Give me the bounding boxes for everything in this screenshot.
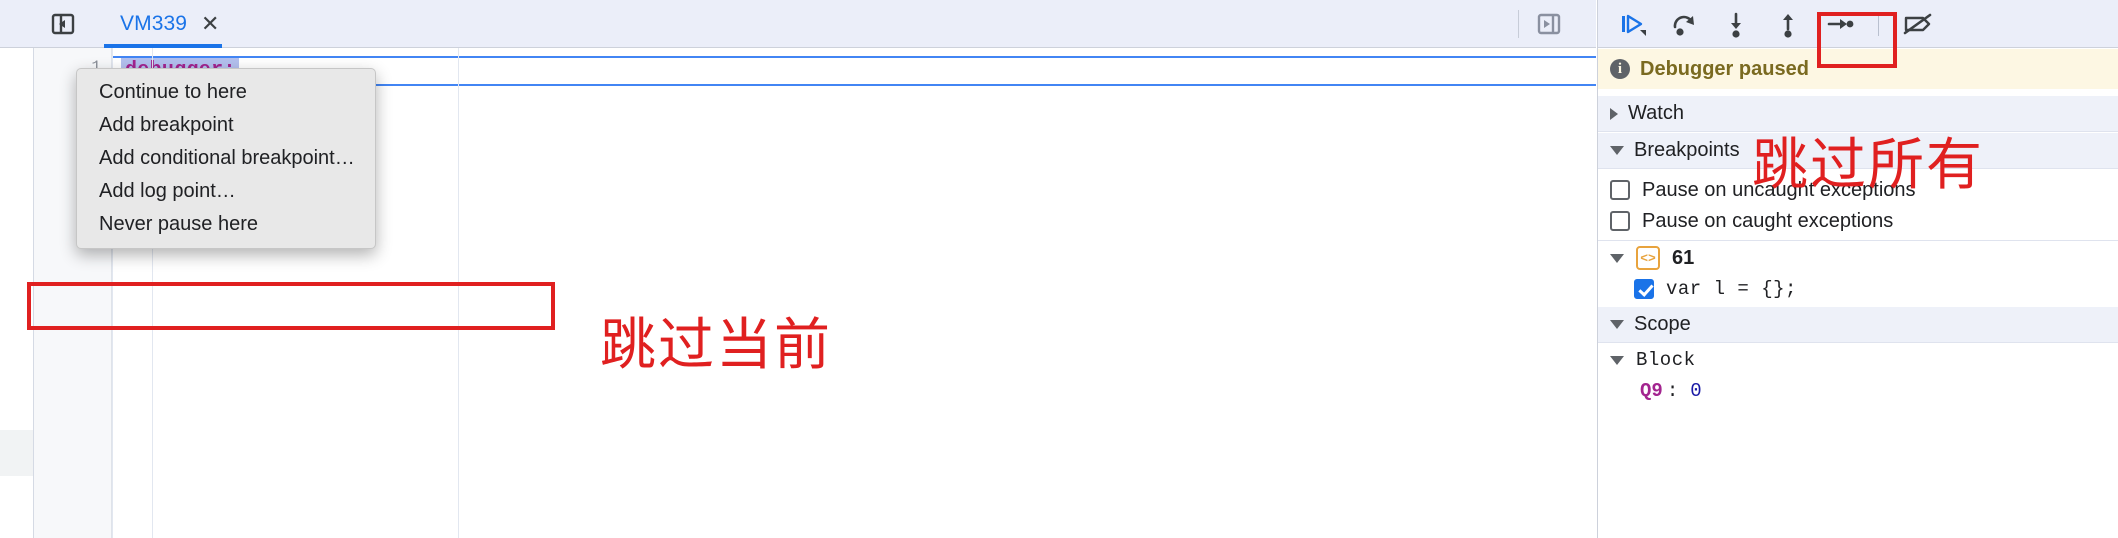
chevron-down-icon [1610, 253, 1624, 263]
section-title: Scope [1634, 313, 1691, 335]
context-menu-item-never-pause-here[interactable]: Never pause here [77, 208, 375, 241]
debugger-sidebar: i Debugger paused Watch Breakpoints Paus… [1597, 0, 2118, 538]
context-menu-item-label: Add log point… [99, 180, 236, 202]
editor-divider-3 [458, 48, 459, 538]
gutter-context-menu[interactable]: Continue to here Add breakpoint Add cond… [76, 68, 376, 249]
navigator-rail [0, 48, 34, 538]
debugger-status-text: Debugger paused [1640, 57, 1809, 80]
section-breakpoints[interactable]: Breakpoints [1598, 133, 2118, 169]
scope-variable-row[interactable]: Q9 : 0 [1598, 376, 2118, 406]
context-menu-item-add-log-point[interactable]: Add log point… [77, 175, 375, 208]
scope-variable-colon: : [1666, 380, 1679, 402]
editor-tab-vm339[interactable]: VM339 ✕ [104, 0, 236, 47]
context-menu-item-add-breakpoint[interactable]: Add breakpoint [77, 109, 375, 142]
debugger-toolbar [1598, 0, 2118, 48]
info-icon: i [1610, 59, 1630, 79]
section-scope[interactable]: Scope [1598, 307, 2118, 343]
chevron-down-icon [1610, 146, 1624, 155]
context-menu-item-label: Never pause here [99, 213, 258, 235]
pause-on-caught-exceptions-checkbox[interactable] [1610, 211, 1630, 231]
pause-on-uncaught-exceptions-checkbox[interactable] [1610, 180, 1630, 200]
show-navigator-icon[interactable] [48, 10, 78, 38]
section-title: Watch [1628, 102, 1684, 124]
devtools-sources-panel: VM339 ✕ 1 debugger; [0, 0, 2118, 538]
section-watch[interactable]: Watch [1598, 96, 2118, 132]
chevron-right-icon [1610, 107, 1618, 120]
toolbar-divider [1518, 10, 1519, 38]
checkbox-label: Pause on uncaught exceptions [1642, 178, 1916, 201]
context-menu-item-label: Add conditional breakpoint… [99, 147, 355, 169]
scope-variable-name: Q9 [1640, 380, 1663, 402]
scope-block-label: Block [1636, 349, 1696, 371]
pause-on-uncaught-exceptions-row[interactable]: Pause on uncaught exceptions [1598, 175, 2118, 205]
breakpoint-group-name: 61 [1672, 246, 1695, 269]
close-icon[interactable]: ✕ [201, 12, 219, 35]
divider [1598, 240, 2118, 241]
debugger-paused-banner: i Debugger paused [1598, 49, 2118, 89]
step-icon[interactable] [1816, 5, 1864, 43]
chevron-down-icon [1610, 355, 1624, 365]
chevron-down-icon [1610, 320, 1624, 329]
pause-on-caught-exceptions-row[interactable]: Pause on caught exceptions [1598, 206, 2118, 236]
context-menu-item-add-conditional-breakpoint[interactable]: Add conditional breakpoint… [77, 142, 375, 175]
scope-variable-value: 0 [1690, 380, 1702, 402]
checkbox-label: Pause on caught exceptions [1642, 209, 1894, 232]
editor-tab-bar: VM339 ✕ [0, 0, 1596, 48]
breakpoint-entry-label: var l = {}; [1666, 278, 1797, 300]
context-menu-item-continue-to-here[interactable]: Continue to here [77, 76, 375, 109]
breakpoint-enabled-checkbox[interactable] [1634, 279, 1654, 299]
deactivate-breakpoints-icon[interactable] [1893, 5, 1941, 43]
step-out-icon[interactable] [1764, 5, 1812, 43]
navigator-rail-block [0, 430, 33, 476]
context-menu-item-label: Add breakpoint [99, 114, 234, 136]
step-over-icon[interactable] [1660, 5, 1708, 43]
show-debugger-sidebar-icon[interactable] [1533, 10, 1565, 38]
step-into-icon[interactable] [1712, 5, 1760, 43]
context-menu-item-label: Continue to here [99, 81, 247, 103]
editor-pane: VM339 ✕ 1 debugger; [0, 0, 1596, 538]
section-title: Breakpoints [1634, 139, 1740, 161]
toolbar-divider [1878, 11, 1879, 36]
breakpoint-entry-row[interactable]: var l = {}; [1598, 274, 2118, 304]
resume-icon[interactable] [1608, 5, 1656, 43]
breakpoint-group-header[interactable]: <> 61 [1598, 243, 2118, 273]
editor-tab-label: VM339 [120, 11, 188, 35]
script-file-icon: <> [1636, 246, 1660, 270]
scope-block-row[interactable]: Block [1598, 345, 2118, 375]
